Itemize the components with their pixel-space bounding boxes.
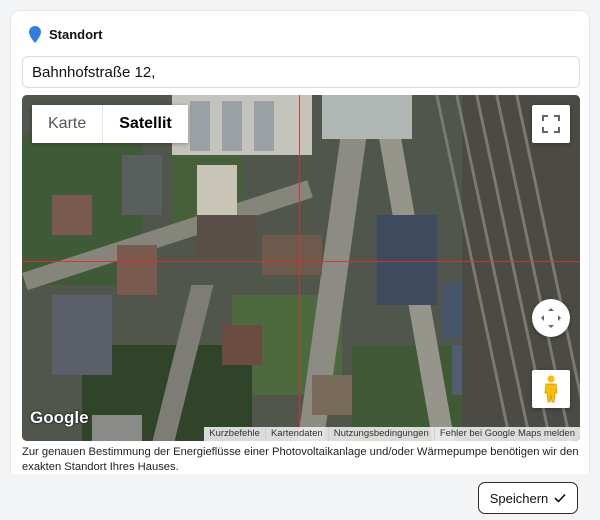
street-view-pegman-button[interactable]	[532, 370, 570, 408]
map-type-karte-button[interactable]: Karte	[32, 105, 103, 143]
location-card: Standort Bahnhofstraße 12, Karte Satelli…	[10, 10, 590, 474]
camera-control-button[interactable]	[532, 299, 570, 337]
pegman-icon	[544, 375, 558, 403]
crosshair-horizontal	[22, 261, 580, 262]
google-logo: Google	[30, 408, 89, 427]
location-pin-icon	[29, 25, 41, 43]
attribution-terms-link[interactable]: Nutzungsbedingungen	[327, 427, 434, 441]
attribution-shortcuts-link[interactable]: Kurzbefehle	[204, 427, 265, 441]
location-help-text: Zur genauen Bestimmung der Energieflüsse…	[22, 446, 579, 473]
map-type-satellit-button[interactable]: Satellit	[102, 105, 188, 143]
fullscreen-button[interactable]	[532, 105, 570, 143]
attribution-report-error-link[interactable]: Fehler bei Google Maps melden	[433, 427, 580, 441]
satellite-map[interactable]: Karte Satellit Google Kurzbefehle Karten…	[22, 95, 580, 441]
save-button-label: Speichern	[489, 490, 549, 506]
satellite-imagery[interactable]	[22, 95, 580, 441]
crosshair-vertical	[299, 95, 300, 441]
section-header: Standort	[29, 25, 102, 43]
section-title: Standort	[49, 26, 103, 42]
attribution-map-data-link[interactable]: Kartendaten	[264, 427, 328, 441]
checkmark-icon	[554, 493, 566, 503]
address-input[interactable]	[22, 56, 580, 88]
fullscreen-icon	[542, 115, 560, 133]
map-type-control: Karte Satellit	[32, 105, 188, 143]
save-button[interactable]: Speichern	[478, 482, 578, 514]
camera-move-icon	[541, 308, 561, 328]
map-attribution-bar: Kurzbefehle Kartendaten Nutzungsbedingun…	[204, 427, 580, 441]
